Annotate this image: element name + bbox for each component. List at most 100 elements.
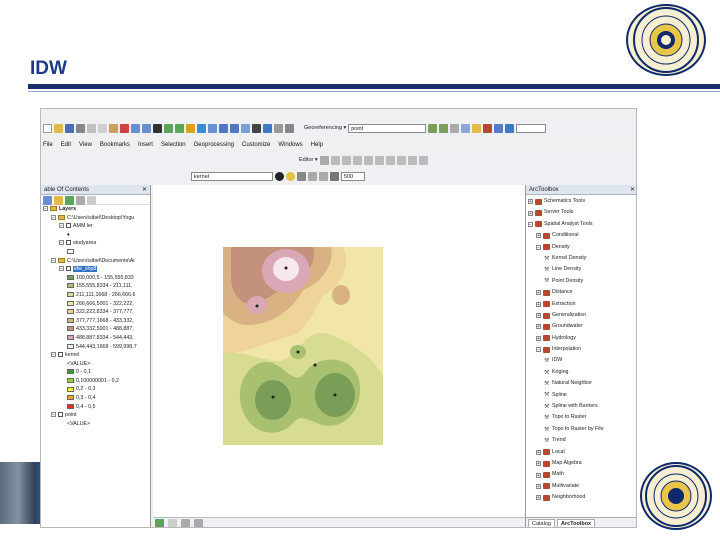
resolution-combo[interactable]: 500 (341, 171, 365, 181)
split-icon[interactable] (374, 155, 384, 165)
create-features-icon[interactable] (418, 155, 428, 165)
swipe-icon[interactable] (308, 171, 317, 181)
toolset-item[interactable]: + Server Tools (526, 207, 636, 218)
collapse-icon[interactable]: − (51, 214, 56, 220)
save-icon[interactable] (65, 123, 74, 133)
toolset-item[interactable]: + Math (526, 469, 636, 480)
collapse-icon[interactable]: − (536, 244, 541, 250)
toolset-item[interactable]: + Conditional (526, 230, 636, 241)
toc-row[interactable]: ♦ (41, 231, 150, 240)
tab-arctoolbox[interactable]: ArcToolbox (556, 518, 596, 527)
rotate-edit-icon[interactable] (385, 155, 395, 165)
zoom-out-icon[interactable] (175, 123, 184, 133)
toolset-item[interactable]: − Interpolation (526, 344, 636, 355)
georeferencing-menu[interactable]: Georeferencing ▾ (304, 125, 346, 131)
paste-icon[interactable] (109, 123, 118, 133)
tool-item[interactable]: ⚒ Kriging (526, 367, 636, 378)
toolset-item[interactable]: + Hydrology (526, 333, 636, 344)
expand-icon[interactable]: + (536, 449, 541, 455)
toc-row[interactable] (41, 248, 150, 257)
expand-icon[interactable]: + (536, 301, 541, 307)
expand-icon[interactable]: + (536, 313, 541, 319)
collapse-icon[interactable]: − (43, 206, 48, 212)
toolset-item[interactable]: + Map Algebra (526, 458, 636, 469)
identify-icon[interactable] (263, 123, 272, 133)
georeferencing-layer-combo[interactable]: point (348, 123, 427, 133)
toc-row[interactable]: 0,100000001 - 0,2 (41, 377, 150, 386)
menu-customize[interactable]: Customize (242, 142, 270, 148)
toolset-item[interactable]: + Neighborhood (526, 492, 636, 503)
toolset-item[interactable]: − Density (526, 242, 636, 253)
expand-icon[interactable]: + (528, 199, 533, 205)
transparency-icon[interactable] (297, 171, 306, 181)
toc-row[interactable]: 155,555,8334 - 211,111, (41, 282, 150, 291)
menu-view[interactable]: View (79, 142, 92, 148)
expand-icon[interactable]: + (536, 335, 541, 341)
list-by-selection-icon[interactable] (76, 196, 85, 205)
layer-visibility-checkbox[interactable] (66, 240, 71, 246)
redo-icon[interactable] (142, 123, 151, 133)
delete-icon[interactable] (120, 123, 129, 133)
toolbox-icon[interactable] (483, 123, 493, 133)
menu-file[interactable]: File (43, 142, 53, 148)
expand-icon[interactable]: + (536, 233, 541, 239)
expand-icon[interactable]: + (536, 472, 541, 478)
tool-item[interactable]: ⚒ Natural Neighbor (526, 378, 636, 389)
shift-icon[interactable] (439, 123, 449, 133)
toc-row[interactable]: 488,887,8334 - 544,443, (41, 334, 150, 343)
menu-insert[interactable]: Insert (138, 142, 153, 148)
cut-icon[interactable] (87, 123, 96, 133)
menu-help[interactable]: Help (311, 142, 323, 148)
toc-row[interactable]: 544,443,1668 - 599,998,7 (41, 343, 150, 352)
flicker-icon[interactable] (319, 171, 328, 181)
new-icon[interactable] (43, 123, 52, 133)
tool-item[interactable]: ⚒ Spline (526, 390, 636, 401)
list-by-drawing-order-icon[interactable] (43, 196, 52, 205)
tool-item[interactable]: ⚒ Trend (526, 435, 636, 446)
tool-item[interactable]: ⚒ IDW (526, 355, 636, 366)
menu-edit[interactable]: Edit (61, 142, 71, 148)
attributes-icon[interactable] (396, 155, 406, 165)
toc-row[interactable]: 0,2 - 0,3 (41, 385, 150, 394)
find-icon[interactable] (285, 123, 294, 133)
collapse-icon[interactable]: − (51, 257, 56, 263)
toolset-item[interactable]: + Generalization (526, 310, 636, 321)
layer-combo[interactable]: kernel (191, 171, 273, 181)
tab-catalog[interactable]: Catalog (528, 518, 555, 527)
tool-item[interactable]: ⚒ Topo to Raster (526, 412, 636, 423)
rotate-icon[interactable] (428, 123, 438, 133)
toolset-item[interactable]: + Local (526, 447, 636, 458)
open-icon[interactable] (54, 123, 63, 133)
close-icon[interactable]: ✕ (630, 185, 635, 194)
toolset-item[interactable]: + Schematics Tools (526, 196, 636, 207)
expand-icon[interactable]: + (536, 495, 541, 501)
toc-row[interactable]: − AMM ler (41, 222, 150, 231)
toc-row[interactable]: − point (41, 411, 150, 420)
resolution-icon[interactable] (330, 171, 339, 181)
close-icon[interactable]: ✕ (142, 185, 147, 194)
toc-row[interactable]: 266,666,5001 - 322,222, (41, 300, 150, 309)
expand-icon[interactable]: + (536, 324, 541, 330)
fixed-zoom-icon[interactable] (208, 123, 217, 133)
expand-icon[interactable]: + (536, 290, 541, 296)
collapse-icon[interactable]: − (536, 347, 541, 353)
collapse-icon[interactable]: − (59, 223, 64, 229)
measure-icon[interactable] (274, 123, 283, 133)
toc-row[interactable]: <VALUE> (41, 360, 150, 369)
toc-row[interactable]: − C:\Users\sibel\Desktop\Yogu (41, 214, 150, 223)
menu-geoprocessing[interactable]: Geoprocessing (194, 142, 234, 148)
toc-row[interactable]: − idw_shp8 (41, 265, 150, 274)
tool-item[interactable]: ⚒ Kernel Density (526, 253, 636, 264)
brightness-icon[interactable] (286, 171, 295, 181)
menu-bookmarks[interactable]: Bookmarks (100, 142, 130, 148)
toc-row[interactable]: 433,332,5001 - 488,887, (41, 325, 150, 334)
collapse-icon[interactable]: − (528, 221, 533, 227)
pause-drawing-icon[interactable] (194, 519, 203, 527)
collapse-icon[interactable]: − (51, 412, 56, 418)
zoom-in-icon[interactable] (164, 123, 173, 133)
edit-tool-icon[interactable] (319, 155, 329, 165)
select-elements-icon[interactable] (252, 123, 261, 133)
layer-visibility-checkbox[interactable] (66, 266, 71, 272)
sketch-properties-icon[interactable] (407, 155, 417, 165)
layout-view-icon[interactable] (168, 519, 177, 527)
